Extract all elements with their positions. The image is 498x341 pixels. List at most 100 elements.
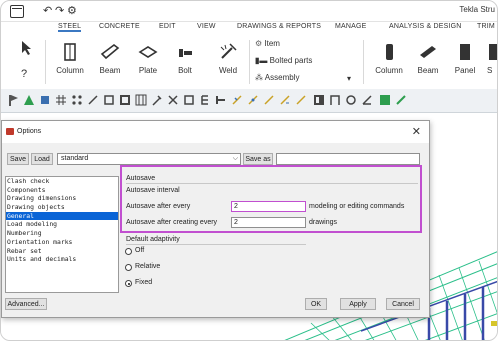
bolted-parts-button[interactable]: ▮▬ Bolted parts — [255, 56, 312, 65]
cross-icon[interactable] — [167, 94, 179, 106]
snap-icon-5[interactable] — [295, 94, 307, 106]
portal-icon[interactable] — [329, 94, 341, 106]
list-item-rebar-set[interactable]: Rebar set — [6, 247, 118, 256]
tab-analysis-design[interactable]: ANALYSIS & DESIGN — [389, 23, 462, 30]
autosave-commands-input[interactable]: 2 — [231, 201, 306, 212]
beam-button[interactable]: Beam — [93, 42, 127, 75]
undo-icon[interactable]: ↶ — [43, 4, 52, 17]
item-icon: ⚙ — [255, 39, 263, 48]
concrete-beam-button[interactable]: Beam — [413, 42, 443, 75]
tab-manage[interactable]: MANAGE — [335, 23, 367, 30]
list-item-general[interactable]: General — [6, 211, 118, 221]
flag-icon[interactable] — [7, 94, 19, 106]
view-icon[interactable] — [313, 94, 325, 106]
adaptivity-off-radio[interactable] — [125, 248, 132, 255]
tab-steel[interactable]: STEEL — [58, 23, 82, 32]
app-menu-icon[interactable] — [10, 5, 24, 18]
more-button[interactable]: S — [487, 42, 497, 75]
list-item-load-modeling[interactable]: Load modeling — [6, 220, 118, 229]
points-icon[interactable] — [71, 94, 83, 106]
clip-icon[interactable] — [119, 94, 131, 106]
block-icon[interactable] — [39, 94, 51, 106]
box-icon[interactable] — [103, 94, 115, 106]
autosave-drawings-unit: drawings — [309, 219, 338, 226]
help-tool[interactable]: ? — [15, 66, 37, 84]
tab-trim[interactable]: TRIM — [477, 23, 495, 30]
save-button[interactable]: Save — [7, 153, 29, 165]
snap-icon-2[interactable] — [247, 94, 259, 106]
tab-concrete[interactable]: CONCRETE — [99, 23, 140, 30]
adaptivity-relative-label: Relative — [135, 263, 161, 270]
triangle-green-icon[interactable] — [23, 94, 35, 106]
tab-edit[interactable]: EDIT — [159, 23, 176, 30]
grid-icon[interactable] — [55, 94, 67, 106]
bolted-parts-icon: ▮▬ — [255, 56, 268, 65]
concrete-column-icon — [386, 44, 393, 60]
tee-icon[interactable] — [215, 94, 227, 106]
panel-icon — [460, 44, 470, 60]
load-button[interactable]: Load — [31, 153, 53, 165]
apply-button[interactable]: Apply — [340, 298, 376, 310]
select-tool[interactable] — [15, 40, 37, 60]
list-item-orientation-marks[interactable]: Orientation marks — [6, 238, 118, 247]
column-button[interactable]: Column — [51, 42, 89, 75]
ribbon-group-dropdown[interactable]: ▾ — [347, 74, 351, 83]
snap-icon-3[interactable] — [263, 94, 275, 106]
adaptivity-relative-radio[interactable] — [125, 264, 132, 271]
autosave-commands-unit: modeling or editing commands — [309, 203, 405, 210]
green-tool-icon[interactable] — [379, 94, 391, 106]
column-icon — [64, 43, 76, 61]
options-app-icon — [6, 128, 14, 135]
circle-icon[interactable] — [345, 94, 357, 106]
help-pointer-icon: ? — [21, 68, 27, 80]
line-icon[interactable] — [87, 94, 99, 106]
plate-button[interactable]: Plate — [132, 42, 164, 75]
concrete-column-button[interactable]: Column — [371, 42, 407, 75]
frame-icon[interactable] — [183, 94, 195, 106]
snap-icon-1[interactable] — [231, 94, 243, 106]
adaptivity-fixed-label: Fixed — [135, 279, 153, 286]
weld-button[interactable]: Weld — [211, 42, 245, 75]
bolt-button[interactable]: Bolt — [170, 42, 200, 75]
pick-icon[interactable] — [151, 94, 163, 106]
list-item-units-and-decimals[interactable]: Units and decimals — [6, 255, 118, 264]
list-item-drawing-objects[interactable]: Drawing objects — [6, 203, 118, 212]
app-window: ↶ ↷ ⚙ Tekla Stru STEEL CONCRETE EDIT VIE… — [0, 0, 498, 341]
save-as-button[interactable]: Save as — [243, 153, 273, 165]
close-icon[interactable]: ✕ — [412, 125, 421, 138]
settings-icon[interactable]: ⚙ — [67, 4, 77, 17]
default-adaptivity-heading: Default adaptivity — [126, 236, 180, 243]
list-item-components[interactable]: Components — [6, 186, 118, 195]
ok-button[interactable]: OK — [305, 298, 327, 310]
autosave-after-every-label: Autosave after every — [126, 203, 191, 210]
autosave-interval-label: Autosave interval — [126, 187, 180, 194]
list-item-drawing-dimensions[interactable]: Drawing dimensions — [6, 194, 118, 203]
bracket-icon[interactable] — [199, 94, 211, 106]
category-list[interactable]: Clash check Components Drawing dimension… — [5, 176, 119, 293]
green-pick-icon[interactable] — [395, 94, 407, 106]
chevron-down-icon: ⌵ — [232, 155, 238, 162]
assembly-button[interactable]: ⁂ Assembly — [255, 73, 299, 82]
cancel-button[interactable]: Cancel — [386, 298, 420, 310]
dots-grid-icon[interactable] — [135, 94, 147, 106]
tab-view[interactable]: VIEW — [197, 23, 216, 30]
snap-icon-4[interactable] — [279, 94, 291, 106]
adaptivity-off-label: Off — [135, 247, 145, 254]
svg-text:?: ? — [21, 68, 27, 80]
angle-icon[interactable] — [361, 94, 373, 106]
settings-select[interactable]: standard ⌵ — [57, 153, 241, 165]
redo-icon[interactable]: ↷ — [55, 4, 64, 17]
save-as-input[interactable] — [276, 153, 420, 165]
panel-button[interactable]: Panel — [449, 42, 481, 75]
list-item-clash-check[interactable]: Clash check — [6, 177, 118, 186]
title-bar: ↶ ↷ ⚙ Tekla Stru — [1, 1, 497, 22]
list-item-numbering[interactable]: Numbering — [6, 229, 118, 238]
item-button[interactable]: ⚙ Item — [255, 39, 280, 48]
advanced-button[interactable]: Advanced... — [5, 298, 47, 310]
beam-icon — [100, 44, 120, 60]
dialog-title: Options — [17, 128, 42, 135]
adaptivity-fixed-radio[interactable] — [125, 280, 132, 287]
autosave-drawings-input[interactable]: 2 — [231, 217, 306, 228]
tab-drawings-reports[interactable]: DRAWINGS & REPORTS — [237, 23, 321, 30]
settings-select-value: standard — [61, 155, 89, 162]
